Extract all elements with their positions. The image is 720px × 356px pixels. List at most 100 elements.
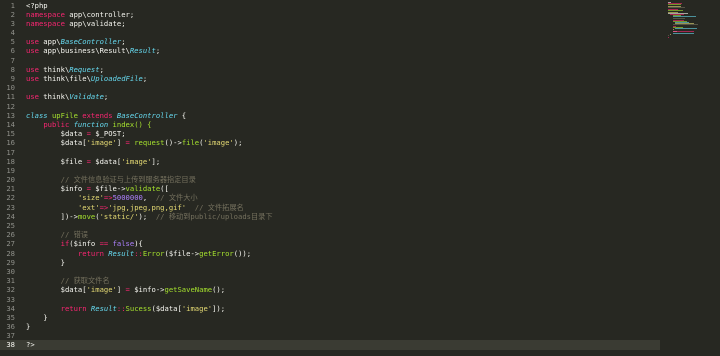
code-token: $data[ <box>90 156 122 166</box>
code-line[interactable]: 7 <box>0 56 660 65</box>
code-token: ] <box>116 138 126 148</box>
code-line[interactable]: 6 use app\business\Result\Result; <box>0 46 660 55</box>
minimap-line <box>672 23 698 25</box>
code-token: ([ <box>160 184 169 194</box>
code-token: // 文件大小 <box>155 193 198 203</box>
code-token: Request <box>69 64 100 74</box>
code-line[interactable]: 22 'size'=>5000000, // 文件大小 <box>0 193 660 202</box>
code-token: false <box>112 239 135 249</box>
code-token: ($file-> <box>164 248 200 258</box>
code-line[interactable]: 32 $data['image'] = $info->getSaveName()… <box>0 285 660 294</box>
minimap-line <box>672 18 686 20</box>
code-token: 'jpg,jpeg,png,gif' <box>108 202 187 212</box>
code-line[interactable]: 9 use think\file\UploadedFile; <box>0 74 660 83</box>
code-line[interactable]: 25 <box>0 221 660 230</box>
code-line[interactable]: 18 $file = $data['image']; <box>0 157 660 166</box>
code-line[interactable]: 19 <box>0 166 660 175</box>
code-line[interactable]: 8 use think\Request; <box>0 65 660 74</box>
code-line[interactable]: 13 class upFile extends BaseController { <box>0 111 660 120</box>
code-token: Sucess <box>125 303 152 313</box>
code-line[interactable]: 20 // 文件信息验证与上传到服务器指定目录 <box>0 175 660 184</box>
code-token: Validate <box>69 92 104 102</box>
code-line[interactable]: 29 } <box>0 258 660 267</box>
code-line[interactable]: 21 $info = $file->validate([ <box>0 184 660 193</box>
line-number: 33 <box>6 294 15 304</box>
line-number: 9 <box>10 74 15 83</box>
minimap-line <box>672 33 694 35</box>
code-line[interactable]: 33 <box>0 295 660 304</box>
line-number: 30 <box>6 266 15 276</box>
code-token: use <box>26 64 39 74</box>
code-token: use <box>26 46 39 56</box>
code-line[interactable]: 12 <box>0 102 660 111</box>
line-number: 3 <box>10 18 15 28</box>
code-line[interactable]: 37 <box>0 331 660 340</box>
code-line[interactable]: 24 ])->move('static/'); // 移动到public/upl… <box>0 212 660 221</box>
code-token: BaseController <box>60 37 122 47</box>
code-line[interactable]: 34 return Result::Sucess($data['image'])… <box>0 304 660 313</box>
code-token: app\ <box>38 37 61 47</box>
code-token: 5000000 <box>112 193 143 203</box>
code-token: Result <box>108 248 135 258</box>
code-line[interactable]: 36} <box>0 322 660 331</box>
code-line[interactable]: 10 <box>0 83 660 92</box>
code-line[interactable]: 14 public function index() { <box>0 120 660 129</box>
code-token: // 文件信息验证与上传到服务器指定目录 <box>60 175 196 185</box>
code-area[interactable]: 1 <?php 2 namespace app\controller; 3 namespa… <box>0 1 660 350</box>
minimap[interactable] <box>664 0 720 356</box>
code-token: getError <box>199 248 234 258</box>
code-line[interactable]: 30 <box>0 267 660 276</box>
line-number: 1 <box>10 0 15 10</box>
line-number: 8 <box>10 64 15 74</box>
line-number: 38 <box>6 340 15 350</box>
code-token: if <box>60 239 70 249</box>
code-line[interactable]: 2 namespace app\controller; <box>0 10 660 19</box>
minimap-line <box>675 27 698 29</box>
line-number: 28 <box>6 248 15 258</box>
code-line[interactable]: 27 if($info == false){ <box>0 239 660 248</box>
code-token: ])-> <box>26 211 78 221</box>
code-line[interactable]: 3 namespace app\validate; <box>0 19 660 28</box>
code-token: 'image' <box>203 138 234 148</box>
line-number: 5 <box>10 37 15 47</box>
code-token: return <box>77 248 104 258</box>
code-token: $_POST; <box>90 129 126 139</box>
code-line[interactable]: 26 // 错误 <box>0 230 660 239</box>
code-token: => <box>99 202 109 212</box>
code-line[interactable]: 38 ?> <box>0 340 660 350</box>
code-token: think\file\ <box>38 74 91 83</box>
code-line[interactable]: 5 use app\BaseController; <box>0 37 660 46</box>
code-token: ] <box>116 285 126 295</box>
code-token: Result <box>129 46 156 56</box>
line-number: 10 <box>6 83 15 93</box>
code-line[interactable]: 17 <box>0 148 660 157</box>
code-token: 'image' <box>121 156 152 166</box>
code-token: $data[ <box>26 138 87 148</box>
code-token: ($data[ <box>151 303 182 313</box>
code-line[interactable]: 4 <box>0 28 660 37</box>
code-line[interactable]: 16 $data['image'] = request()->file('ima… <box>0 138 660 147</box>
code-line[interactable]: 11 use think\Validate; <box>0 92 660 101</box>
code-line[interactable]: 1 <?php <box>0 1 660 10</box>
code-line[interactable]: 23 'ext'=>'jpg,jpeg,png,gif' // 文件拓展名 <box>0 203 660 212</box>
line-number: 36 <box>6 322 15 332</box>
line-number: 6 <box>10 46 15 56</box>
code-line[interactable]: 15 $data = $_POST; <box>0 129 660 138</box>
code-token: move <box>77 211 96 221</box>
code-editor[interactable]: 1 <?php 2 namespace app\controller; 3 namespa… <box>0 0 720 356</box>
code-line[interactable]: 31 // 获取文件名 <box>0 276 660 285</box>
code-line[interactable]: 28 return Result::Error($file->getError(… <box>0 249 660 258</box>
code-token: index() { <box>108 119 152 129</box>
line-number: 12 <box>6 101 15 111</box>
minimap-line <box>672 28 674 30</box>
minimap-line <box>668 11 679 13</box>
code-token: ]); <box>212 303 226 313</box>
code-token: upFile <box>47 110 83 120</box>
code-line[interactable]: 35 } <box>0 313 660 322</box>
line-number: 17 <box>6 147 15 157</box>
